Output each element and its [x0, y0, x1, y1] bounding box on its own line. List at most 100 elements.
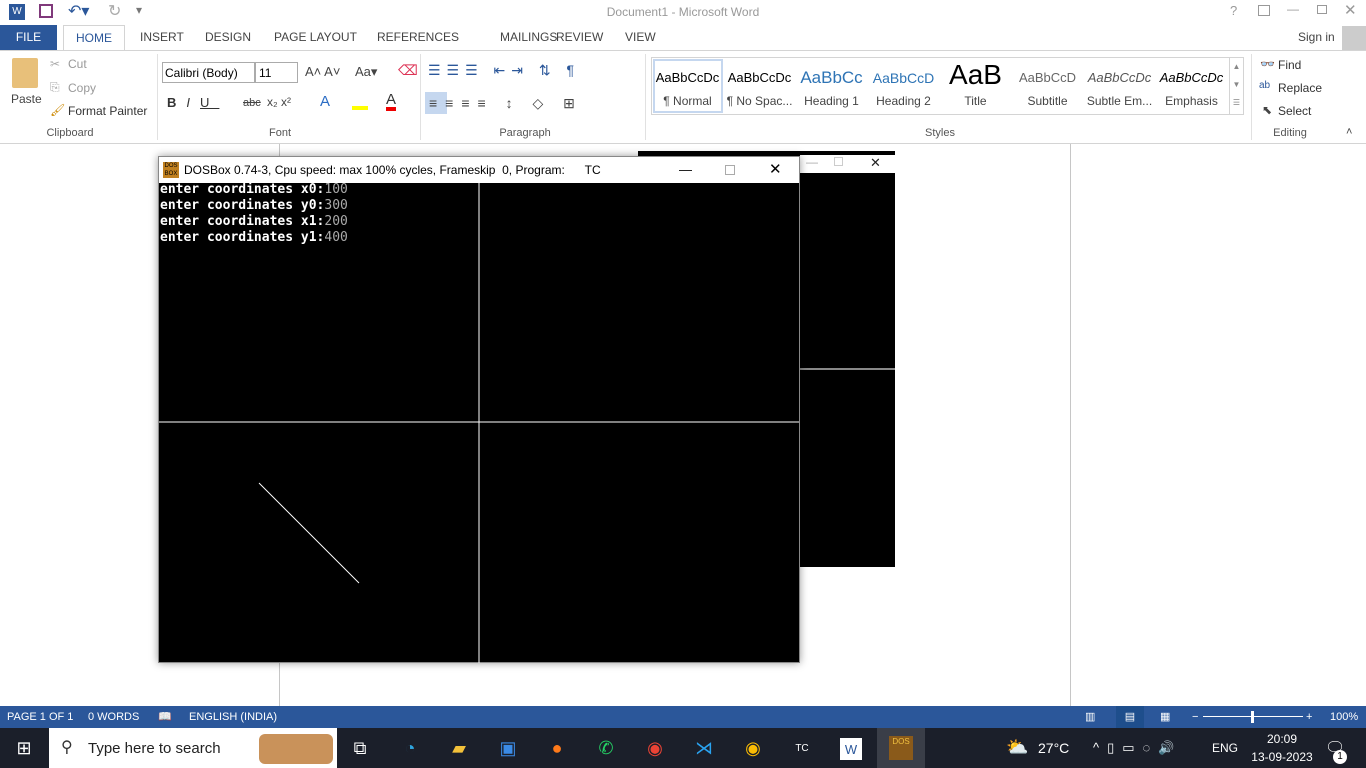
weather-temp[interactable]: 27°C	[1038, 740, 1069, 756]
weather-icon[interactable]: ⛅	[1006, 737, 1028, 758]
tab-home[interactable]: HOME	[63, 25, 125, 51]
style-subtitle[interactable]: AaBbCcD Subtitle	[1012, 60, 1083, 112]
restore-button[interactable]	[1317, 5, 1327, 14]
dosbox-taskbar-button[interactable]: DOS	[877, 728, 925, 768]
word-taskbar-icon[interactable]: W	[840, 738, 862, 760]
sign-in-link[interactable]: Sign in	[1298, 30, 1335, 44]
search-box[interactable]: ⚲ Type here to search	[49, 728, 337, 768]
tab-review[interactable]: REVIEW	[544, 25, 615, 50]
zoom-in-button[interactable]: +	[1306, 706, 1312, 728]
divider	[420, 54, 421, 140]
tab-page-layout[interactable]: PAGE LAYOUT	[262, 25, 369, 50]
format-painter-button[interactable]: Format Painter	[68, 104, 147, 118]
style-heading-1[interactable]: AaBbCc Heading 1	[796, 60, 867, 112]
word-count[interactable]: 0 WORDS	[88, 706, 139, 728]
chrome-icon[interactable]: ◉	[737, 732, 769, 764]
web-layout-icon[interactable]: ▦	[1160, 706, 1170, 728]
graphics-canvas	[159, 183, 799, 663]
clock-date[interactable]: 13-09-2023	[1250, 750, 1314, 764]
alignment-icons[interactable]: ≡≡≡≡ ↕ ◇ ⊞	[429, 95, 583, 112]
text-effects-icon[interactable]: A	[320, 93, 330, 110]
task-view-icon[interactable]: ⧉	[344, 732, 376, 764]
input-language[interactable]: ENG	[1212, 741, 1238, 755]
copy-button[interactable]: Copy	[68, 81, 96, 95]
font-group-label: Font	[268, 127, 291, 139]
find-button[interactable]: Find	[1278, 58, 1301, 72]
tab-file[interactable]: FILE	[0, 25, 57, 50]
close-button[interactable]: ✕	[870, 155, 881, 171]
close-button[interactable]: ✕	[1344, 1, 1357, 19]
list-icons[interactable]: ☰☰☰ ⇤⇥ ⇅ ¶	[428, 62, 580, 79]
style-emphasis[interactable]: AaBbCcDc Emphasis	[1156, 60, 1227, 112]
style-subtle-emphasis[interactable]: AaBbCcDc Subtle Em...	[1084, 60, 1155, 112]
style-no-spacing[interactable]: AaBbCcDc ¶ No Spac...	[724, 60, 795, 112]
minimize-button[interactable]: —	[1287, 2, 1299, 16]
select-button[interactable]: Select	[1278, 104, 1311, 118]
paragraph-group-label: Paragraph	[499, 127, 551, 139]
title-bar: W ↶▾ ↻ ▾ Document1 - Microsoft Word ? — …	[0, 0, 1366, 25]
ribbon-display-icon[interactable]	[1258, 5, 1270, 16]
zoom-level[interactable]: 100%	[1330, 706, 1358, 728]
drawn-line	[258, 482, 360, 584]
maximize-button[interactable]	[725, 165, 735, 175]
strikethrough-icon[interactable]: abc	[243, 97, 261, 109]
tab-view[interactable]: VIEW	[613, 25, 668, 50]
dosbox-window[interactable]: DOS BOX DOSBox 0.74-3, Cpu speed: max 100…	[158, 156, 800, 663]
format-painter-icon: 🖌	[50, 103, 66, 117]
paste-button[interactable]: Paste	[11, 92, 42, 106]
page-count[interactable]: PAGE 1 OF 1	[7, 706, 73, 728]
tray-icons[interactable]: ^▯▭◌🔊	[1093, 740, 1182, 756]
search-icon: ⚲	[61, 739, 73, 756]
background-window-titlebar[interactable]: — ✕	[800, 155, 895, 173]
style-title[interactable]: AaB Title	[940, 60, 1011, 112]
edge-icon[interactable]: ◔	[394, 732, 426, 764]
tab-references[interactable]: REFERENCES	[365, 25, 471, 50]
maximize-button[interactable]	[834, 157, 843, 166]
minimize-button[interactable]: —	[679, 157, 692, 183]
avatar[interactable]	[1342, 26, 1366, 50]
vscode-icon[interactable]: ⋊	[688, 732, 720, 764]
dosbox-title: DOSBox 0.74-3, Cpu speed: max 100% cycle…	[184, 163, 601, 177]
chrome-icon[interactable]: ◉	[639, 732, 671, 764]
file-explorer-icon[interactable]: ▰	[443, 732, 475, 764]
dosbox-titlebar[interactable]: DOS BOX DOSBox 0.74-3, Cpu speed: max 100…	[159, 157, 799, 183]
store-icon[interactable]: ▣	[492, 732, 524, 764]
language[interactable]: ENGLISH (INDIA)	[189, 706, 277, 728]
subscript-superscript-icons[interactable]: x₂ x²	[267, 95, 291, 109]
proofing-icon[interactable]: 📖	[158, 706, 172, 728]
replace-button[interactable]: Replace	[1278, 81, 1322, 95]
paste-icon[interactable]	[12, 58, 38, 88]
whatsapp-icon[interactable]: ✆	[590, 732, 622, 764]
clock-time[interactable]: 20:09	[1252, 732, 1312, 746]
style-normal[interactable]: AaBbCcDc ¶ Normal	[652, 60, 723, 112]
bold-italic-underline-icons[interactable]: BIU	[167, 95, 219, 110]
cut-icon: ✂	[50, 57, 61, 71]
zoom-out-button[interactable]: −	[1192, 706, 1198, 728]
tab-insert[interactable]: INSERT	[128, 25, 196, 50]
minimize-button[interactable]: —	[806, 155, 818, 169]
help-icon[interactable]: ?	[1230, 3, 1237, 18]
style-heading-2[interactable]: AaBbCcD Heading 2	[868, 60, 939, 112]
windows-start-icon[interactable]: ⊞	[8, 732, 40, 764]
tab-design[interactable]: DESIGN	[193, 25, 263, 50]
change-case-icon[interactable]: Aa▾	[355, 64, 377, 80]
font-color-icon[interactable]: A	[386, 92, 397, 111]
page-edge	[1070, 144, 1071, 706]
styles-scroll[interactable]: ▲ ▼ ☰	[1229, 58, 1243, 114]
font-name-select[interactable]: Calibri (Body)	[162, 62, 255, 83]
select-cursor-icon: ⬉	[1262, 103, 1273, 117]
dosbox-taskbar-icon: DOS	[889, 736, 913, 760]
zoom-slider-thumb[interactable]	[1251, 711, 1254, 723]
highlight-icon[interactable]	[352, 94, 368, 110]
turbo-c-icon[interactable]: TC	[786, 732, 818, 764]
replace-icon: ab	[1259, 80, 1271, 91]
read-mode-icon[interactable]: ▥	[1085, 706, 1095, 728]
print-layout-icon[interactable]: ▤	[1116, 706, 1144, 728]
clear-formatting-icon[interactable]: ⌫	[398, 62, 418, 79]
cut-button[interactable]: Cut	[68, 57, 87, 71]
grow-font-icon[interactable]: A˄ A˅	[305, 64, 340, 79]
collapse-ribbon-icon[interactable]: ˄	[1346, 126, 1352, 138]
close-button[interactable]: ✕	[769, 157, 782, 183]
font-size-select[interactable]: 11	[255, 62, 298, 83]
firefox-icon[interactable]: ●	[541, 732, 573, 764]
